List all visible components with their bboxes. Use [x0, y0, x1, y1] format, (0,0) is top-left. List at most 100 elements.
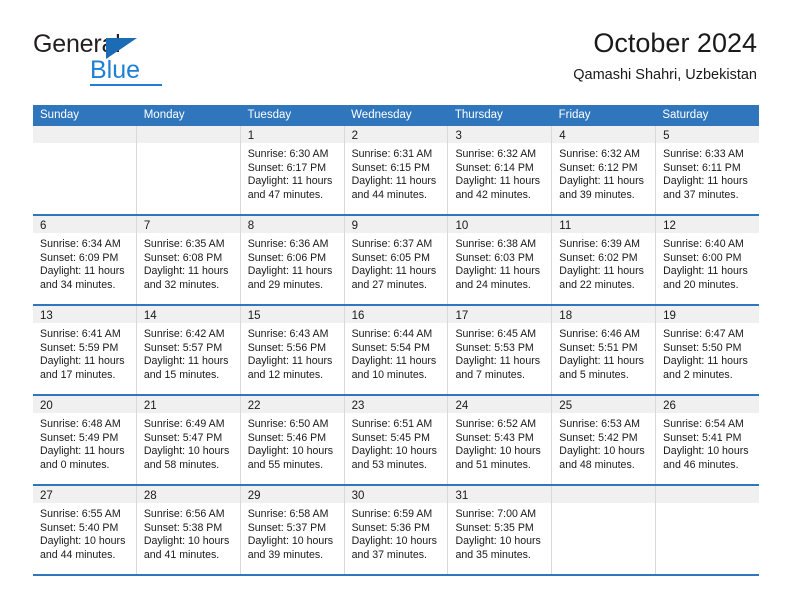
day-cell[interactable]: 13 Sunrise: 6:41 AM Sunset: 5:59 PM Dayligh… — [33, 306, 137, 394]
daylight-text-line2: and 37 minutes. — [663, 188, 739, 201]
day-cell[interactable]: 28 Sunrise: 6:56 AM Sunset: 5:38 PM Dayligh… — [136, 486, 241, 574]
day-cell[interactable]: 20 Sunrise: 6:48 AM Sunset: 5:49 PM Dayligh… — [33, 396, 137, 484]
weekday-header-thursday: Thursday — [454, 109, 503, 121]
day-cell[interactable]: 30 Sunrise: 6:59 AM Sunset: 5:36 PM Dayligh… — [344, 486, 449, 574]
calendar-week-row: 27 Sunrise: 6:55 AM Sunset: 5:40 PM Dayligh… — [33, 486, 760, 576]
daylight-text-line1: Daylight: 11 hours — [247, 175, 333, 188]
daylight-text-line2: and 41 minutes. — [143, 548, 220, 561]
sunset-text: Sunset: 5:43 PM — [455, 431, 534, 444]
sunrise-text: Sunrise: 6:38 AM — [455, 238, 537, 250]
day-details: Sunrise: 6:47 AM Sunset: 5:50 PM Daylight:… — [656, 323, 759, 382]
calendar-week-row: 6 Sunrise: 6:34 AM Sunset: 6:09 PM Daylight… — [33, 216, 760, 306]
sunset-text: Sunset: 5:54 PM — [351, 341, 430, 354]
weekday-header-monday: Monday — [143, 109, 185, 121]
day-cell[interactable]: 10 Sunrise: 6:38 AM Sunset: 6:03 PM Dayligh… — [448, 216, 553, 304]
calendar-week-row: 1 Sunrise: 6:30 AM Sunset: 6:17 PM Daylight… — [33, 126, 760, 216]
day-cell[interactable]: 7 Sunrise: 6:35 AM Sunset: 6:08 PM Daylight… — [136, 216, 241, 304]
day-cell[interactable]: 15 Sunrise: 6:43 AM Sunset: 5:56 PM Dayligh… — [240, 306, 345, 394]
daylight-text-line1: Daylight: 11 hours — [143, 265, 229, 278]
day-details: Sunrise: 6:53 AM Sunset: 5:42 PM Daylight:… — [552, 413, 655, 472]
day-cell[interactable]: 11 Sunrise: 6:39 AM Sunset: 6:02 PM Dayligh… — [552, 216, 657, 304]
day-cell-empty — [656, 486, 760, 574]
date-number: 13 — [40, 310, 53, 322]
sunset-text: Sunset: 6:14 PM — [455, 161, 534, 174]
day-details: Sunrise: 6:38 AM Sunset: 6:03 PM Daylight:… — [448, 233, 551, 292]
daylight-text-line2: and 55 minutes. — [247, 458, 324, 471]
daylight-text-line1: Daylight: 11 hours — [40, 265, 125, 278]
day-details: Sunrise: 6:41 AM Sunset: 5:59 PM Daylight:… — [33, 323, 136, 382]
date-strip: 28 — [136, 486, 240, 503]
general-blue-logo[interactable]: General Blue — [33, 32, 243, 94]
day-details: Sunrise: 6:33 AM Sunset: 6:11 PM Daylight:… — [656, 143, 759, 202]
sunrise-text: Sunrise: 6:56 AM — [143, 508, 225, 520]
day-cell[interactable]: 17 Sunrise: 6:45 AM Sunset: 5:53 PM Dayligh… — [448, 306, 553, 394]
date-number: 3 — [455, 130, 462, 142]
date-strip: 9 — [344, 216, 448, 233]
sunset-text: Sunset: 5:59 PM — [40, 341, 119, 354]
page-title: October 2024 — [593, 28, 757, 58]
daylight-text-line2: and 15 minutes. — [143, 368, 220, 381]
day-cell[interactable]: 14 Sunrise: 6:42 AM Sunset: 5:57 PM Dayligh… — [136, 306, 241, 394]
logo-text-blue: Blue — [90, 56, 141, 84]
sunrise-text: Sunrise: 6:43 AM — [247, 328, 329, 340]
day-cell[interactable]: 16 Sunrise: 6:44 AM Sunset: 5:54 PM Dayligh… — [344, 306, 449, 394]
daylight-text-line1: Daylight: 11 hours — [351, 265, 437, 278]
date-strip: 1 — [240, 126, 344, 143]
sunrise-text: Sunrise: 7:00 AM — [455, 508, 537, 520]
day-cell[interactable]: 3 Sunrise: 6:32 AM Sunset: 6:14 PM Daylight… — [448, 126, 553, 214]
day-cell[interactable]: 12 Sunrise: 6:40 AM Sunset: 6:00 PM Dayligh… — [656, 216, 760, 304]
day-cell[interactable]: 1 Sunrise: 6:30 AM Sunset: 6:17 PM Daylight… — [240, 126, 345, 214]
date-number: 15 — [247, 310, 261, 322]
date-number: 9 — [351, 220, 358, 232]
daylight-text-line1: Daylight: 11 hours — [455, 355, 541, 368]
sunset-text: Sunset: 6:05 PM — [351, 251, 430, 264]
sunrise-text: Sunrise: 6:45 AM — [455, 328, 537, 340]
day-cell[interactable]: 18 Sunrise: 6:46 AM Sunset: 5:51 PM Dayligh… — [552, 306, 657, 394]
sunrise-text: Sunrise: 6:40 AM — [663, 238, 744, 250]
date-strip: 23 — [344, 396, 448, 413]
day-details: Sunrise: 6:30 AM Sunset: 6:17 PM Daylight:… — [241, 143, 344, 202]
daylight-text-line2: and 7 minutes. — [455, 368, 525, 381]
day-cell[interactable]: 6 Sunrise: 6:34 AM Sunset: 6:09 PM Daylight… — [33, 216, 137, 304]
sunrise-text: Sunrise: 6:55 AM — [40, 508, 121, 520]
date-strip: 20 — [33, 396, 136, 413]
day-cell[interactable]: 31 Sunrise: 7:00 AM Sunset: 5:35 PM Dayligh… — [448, 486, 553, 574]
day-cell[interactable]: 23 Sunrise: 6:51 AM Sunset: 5:45 PM Dayligh… — [344, 396, 449, 484]
date-number: 11 — [559, 220, 572, 232]
date-number: 16 — [351, 310, 365, 322]
day-cell[interactable]: 26 Sunrise: 6:54 AM Sunset: 5:41 PM Dayligh… — [656, 396, 760, 484]
calendar-weeks: 1 Sunrise: 6:30 AM Sunset: 6:17 PM Daylight… — [33, 126, 760, 576]
date-strip: 8 — [240, 216, 344, 233]
sunrise-text: Sunrise: 6:58 AM — [247, 508, 329, 520]
sunrise-text: Sunrise: 6:35 AM — [143, 238, 225, 250]
day-cell[interactable]: 29 Sunrise: 6:58 AM Sunset: 5:37 PM Dayligh… — [240, 486, 345, 574]
day-cell[interactable]: 21 Sunrise: 6:49 AM Sunset: 5:47 PM Dayligh… — [136, 396, 241, 484]
day-cell[interactable]: 25 Sunrise: 6:53 AM Sunset: 5:42 PM Dayligh… — [552, 396, 657, 484]
sunrise-text: Sunrise: 6:33 AM — [663, 148, 744, 160]
daylight-text-line2: and 51 minutes. — [455, 458, 531, 471]
day-cell[interactable]: 2 Sunrise: 6:31 AM Sunset: 6:15 PM Daylight… — [344, 126, 449, 214]
daylight-text-line1: Daylight: 11 hours — [40, 355, 125, 368]
day-cell-empty — [552, 486, 657, 574]
date-strip: 25 — [552, 396, 656, 413]
daylight-text-line1: Daylight: 11 hours — [559, 355, 644, 368]
day-cell[interactable]: 4 Sunrise: 6:32 AM Sunset: 6:12 PM Daylight… — [552, 126, 657, 214]
daylight-text-line1: Daylight: 11 hours — [663, 175, 748, 188]
day-cell[interactable]: 9 Sunrise: 6:37 AM Sunset: 6:05 PM Daylight… — [344, 216, 449, 304]
sunset-text: Sunset: 5:38 PM — [143, 521, 223, 534]
date-number: 1 — [247, 130, 255, 142]
day-cell[interactable]: 19 Sunrise: 6:47 AM Sunset: 5:50 PM Dayligh… — [656, 306, 760, 394]
day-details: Sunrise: 6:39 AM Sunset: 6:02 PM Daylight:… — [552, 233, 655, 292]
day-cell[interactable]: 5 Sunrise: 6:33 AM Sunset: 6:11 PM Daylight… — [656, 126, 760, 214]
day-cell[interactable]: 8 Sunrise: 6:36 AM Sunset: 6:06 PM Daylight… — [240, 216, 345, 304]
sunrise-text: Sunrise: 6:36 AM — [247, 238, 329, 250]
sunset-text: Sunset: 6:15 PM — [351, 161, 430, 174]
day-cell[interactable]: 22 Sunrise: 6:50 AM Sunset: 5:46 PM Dayligh… — [240, 396, 345, 484]
day-cell[interactable]: 24 Sunrise: 6:52 AM Sunset: 5:43 PM Dayligh… — [448, 396, 553, 484]
daylight-text-line1: Daylight: 11 hours — [351, 355, 437, 368]
daylight-text-line2: and 42 minutes. — [455, 188, 531, 201]
sunset-text: Sunset: 5:46 PM — [247, 431, 327, 444]
day-cell[interactable]: 27 Sunrise: 6:55 AM Sunset: 5:40 PM Dayligh… — [33, 486, 137, 574]
daylight-text-line1: Daylight: 11 hours — [663, 265, 748, 278]
daylight-text-line2: and 44 minutes. — [40, 548, 116, 561]
